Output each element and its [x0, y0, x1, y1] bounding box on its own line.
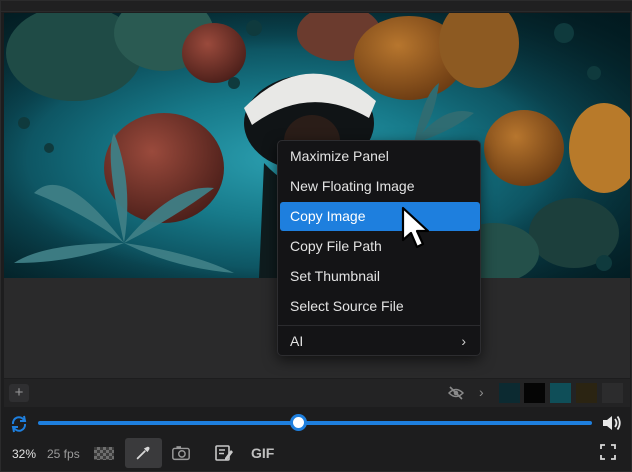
- menu-item-copy-file-path[interactable]: Copy File Path: [280, 232, 480, 261]
- menu-separator: [278, 325, 480, 326]
- eyedropper-icon: [136, 446, 150, 460]
- chevron-right-icon: ›: [461, 333, 466, 349]
- color-swatch[interactable]: [550, 383, 571, 403]
- menu-item-new-floating-image[interactable]: New Floating Image: [280, 172, 480, 201]
- notes-icon[interactable]: [214, 444, 234, 462]
- loop-icon[interactable]: [10, 415, 28, 433]
- eyedropper-button[interactable]: [125, 438, 162, 468]
- color-swatch[interactable]: [576, 383, 597, 403]
- color-swatch[interactable]: [524, 383, 545, 403]
- frame-rate: 25 fps: [47, 447, 80, 461]
- menu-item-ai-label: AI: [290, 333, 304, 349]
- checkerboard-icon[interactable]: [94, 447, 114, 460]
- menu-item-set-thumbnail[interactable]: Set Thumbnail: [280, 262, 480, 291]
- app-window: Maximize Panel New Floating Image Copy I…: [0, 0, 632, 472]
- menu-item-select-source-file[interactable]: Select Source File: [280, 292, 480, 321]
- menu-item-ai[interactable]: AI ›: [280, 327, 480, 356]
- color-swatch[interactable]: [499, 383, 520, 403]
- menu-item-copy-image[interactable]: Copy Image: [280, 202, 480, 231]
- menu-item-maximize-panel[interactable]: Maximize Panel: [280, 142, 480, 171]
- gif-button[interactable]: GIF: [251, 445, 274, 461]
- top-bar: [1, 1, 632, 12]
- color-swatch[interactable]: [602, 383, 623, 403]
- volume-icon[interactable]: [602, 414, 622, 432]
- context-menu: Maximize Panel New Floating Image Copy I…: [277, 140, 481, 356]
- zoom-level[interactable]: 32%: [12, 447, 36, 461]
- fullscreen-icon[interactable]: [600, 444, 616, 460]
- playback-slider-track[interactable]: [38, 421, 592, 425]
- add-icon[interactable]: +: [9, 384, 29, 402]
- playback-slider-thumb[interactable]: [289, 414, 307, 431]
- hidden-eye-icon[interactable]: [448, 385, 464, 401]
- camera-icon[interactable]: [171, 444, 191, 462]
- palette-chevron-icon[interactable]: ›: [479, 384, 484, 400]
- mouse-pointer-icon: [401, 206, 430, 249]
